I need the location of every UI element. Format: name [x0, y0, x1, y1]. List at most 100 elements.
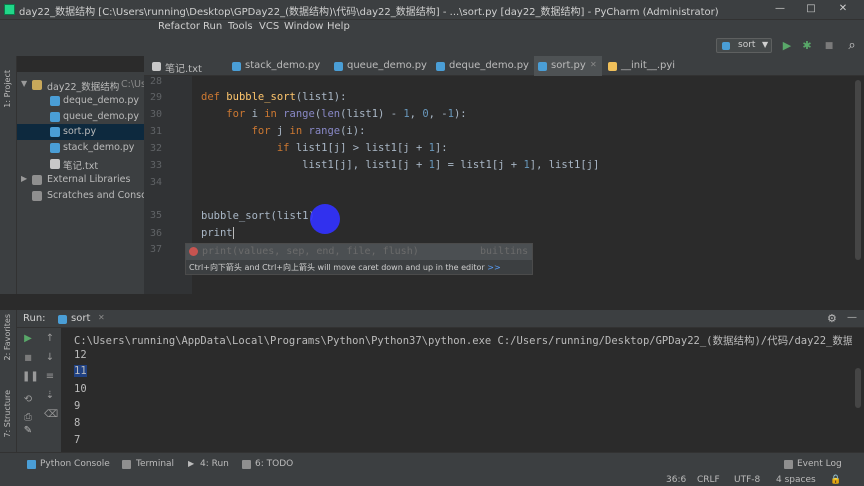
- keyword: for: [251, 125, 271, 137]
- console-scrollbar[interactable]: [852, 328, 864, 452]
- run-icon[interactable]: ▶: [780, 39, 794, 53]
- close-run-tab-icon[interactable]: ✕: [98, 313, 105, 322]
- pause-icon[interactable]: ❚❚: [22, 371, 39, 383]
- text-file-icon: [50, 159, 60, 169]
- panel-splitter[interactable]: [0, 294, 864, 310]
- event-log-tab[interactable]: Event Log: [797, 459, 842, 469]
- menu-tools[interactable]: Tools: [228, 21, 253, 32]
- clear-all-icon[interactable]: ⌫: [44, 409, 58, 421]
- search-icon[interactable]: ⌕: [845, 39, 859, 53]
- tree-root-path: C:\Us: [121, 79, 146, 90]
- menu-refactor[interactable]: Refactor: [158, 21, 200, 32]
- tree-file-label: stack_demo.py: [63, 142, 135, 153]
- todo-tab[interactable]: 6: TODO: [255, 459, 293, 469]
- run-toolbar-right: ↑ ↓ ≡ ⇣ ⌫: [39, 328, 61, 452]
- tab-label: __init__.pyi: [621, 60, 676, 71]
- menu-run[interactable]: Run: [203, 21, 222, 32]
- chevron-down-icon: ▼: [21, 79, 28, 88]
- code-text: ,: [409, 108, 423, 120]
- python-file-icon: [50, 112, 60, 122]
- tab-queue-demo[interactable]: queue_demo.py: [330, 56, 432, 76]
- menu-vcs[interactable]: VCS: [259, 21, 279, 32]
- autocomplete-signature: print(values, sep, end, file, flush): [202, 246, 419, 257]
- caret-position[interactable]: 36:6: [666, 475, 686, 485]
- minimize-button[interactable]: —: [772, 2, 788, 16]
- autocomplete-popup: print(values, sep, end, file, flush) bui…: [185, 243, 533, 275]
- tab-sort-py[interactable]: sort.py ✕: [534, 56, 602, 76]
- stop-icon[interactable]: ■: [22, 352, 34, 364]
- soft-wrap-icon[interactable]: ≡: [44, 371, 56, 383]
- maximize-button[interactable]: □: [803, 2, 819, 16]
- tree-root-folder[interactable]: ▼ day22_数据结构 C:\Us: [17, 77, 146, 93]
- gear-icon[interactable]: ⚙: [827, 312, 837, 325]
- run-console[interactable]: C:\Users\running\AppData\Local\Programs\…: [61, 328, 864, 452]
- builtin: len: [321, 108, 341, 120]
- keyword: in: [289, 125, 303, 137]
- menu-help[interactable]: Help: [327, 21, 350, 32]
- tree-scratches[interactable]: Scratches and Consoles: [17, 188, 160, 204]
- favorites-tool-tab[interactable]: 2: Favorites: [3, 314, 12, 360]
- file-encoding[interactable]: UTF-8: [734, 475, 760, 485]
- project-tool-tab[interactable]: 1: Project: [3, 70, 12, 108]
- close-tab-icon[interactable]: ✕: [590, 60, 597, 69]
- python-file-icon: [50, 143, 60, 153]
- lock-icon[interactable]: 🔒: [830, 475, 841, 485]
- line-number: 36: [149, 228, 162, 239]
- tree-file-stack[interactable]: stack_demo.py: [17, 140, 144, 156]
- arrow-up-icon[interactable]: ↑: [44, 333, 56, 345]
- code-text: (list1) -: [340, 108, 404, 120]
- pin-icon[interactable]: ✎: [22, 425, 34, 437]
- run-tool-tab[interactable]: 4: Run: [200, 459, 229, 469]
- line-number: 30: [149, 109, 162, 120]
- tree-file-notes[interactable]: 笔记.txt: [17, 156, 144, 172]
- python-file-icon: [50, 96, 60, 106]
- tab-notes-txt[interactable]: 笔记.txt: [148, 56, 228, 76]
- tree-root-label: day22_数据结构: [47, 82, 120, 93]
- tree-file-label: deque_demo.py: [63, 95, 139, 106]
- tree-file-sort[interactable]: sort.py: [17, 124, 144, 140]
- scrollbar-thumb[interactable]: [855, 368, 861, 408]
- rerun-icon[interactable]: ▶: [22, 333, 34, 345]
- scroll-to-end-icon[interactable]: ⇣: [44, 390, 56, 402]
- function-icon: [189, 247, 198, 256]
- close-button[interactable]: ✕: [835, 2, 851, 16]
- menu-bar: Refactor Run Tools VCS Window Help: [0, 20, 864, 36]
- restore-layout-icon[interactable]: ⟲: [22, 394, 34, 406]
- tab-deque-demo[interactable]: deque_demo.py: [432, 56, 534, 76]
- menu-window[interactable]: Window: [284, 21, 323, 32]
- run-toolbar-left: ▶ ■ ❚❚ ⟲ ⎙ ✎: [17, 328, 39, 452]
- tab-label: deque_demo.py: [449, 60, 529, 71]
- python-file-icon: [58, 315, 67, 324]
- print-icon[interactable]: ⎙: [22, 412, 34, 424]
- run-configuration-select[interactable]: sort ▼: [716, 38, 772, 53]
- autocomplete-item[interactable]: print(values, sep, end, file, flush) bui…: [186, 244, 532, 260]
- hide-panel-icon[interactable]: —: [847, 312, 857, 323]
- structure-tool-tab[interactable]: 7: Structure: [3, 390, 12, 438]
- tree-external-libraries[interactable]: ▶ External Libraries: [17, 172, 144, 188]
- code-text: (i):: [340, 125, 366, 137]
- tab-stack-demo[interactable]: stack_demo.py: [228, 56, 330, 76]
- line-number: 28: [149, 76, 162, 87]
- arrow-down-icon[interactable]: ↓: [44, 352, 56, 364]
- title-bar: day22_数据结构 [C:\Users\running\Desktop\GPD…: [0, 0, 864, 20]
- tree-file-queue[interactable]: queue_demo.py: [17, 109, 144, 125]
- line-number: 29: [149, 92, 162, 103]
- stop-icon[interactable]: ■: [822, 39, 836, 53]
- library-icon: [32, 175, 42, 185]
- code-line-31: if list1[j] > list1[j + 1]:: [201, 142, 448, 154]
- folder-icon: [32, 80, 42, 90]
- tab-init-pyi[interactable]: __init__.pyi: [604, 56, 684, 76]
- hint-more-link[interactable]: >>: [487, 263, 500, 272]
- line-separator[interactable]: CRLF: [697, 475, 720, 485]
- pycharm-logo-icon: [4, 4, 15, 15]
- tab-label: queue_demo.py: [347, 60, 427, 71]
- editor-scrollbar[interactable]: [852, 76, 864, 294]
- tab-label: sort.py: [551, 60, 586, 71]
- terminal-tab[interactable]: Terminal: [136, 459, 174, 469]
- scrollbar-thumb[interactable]: [855, 80, 861, 260]
- debug-icon[interactable]: ✱: [800, 39, 814, 53]
- indent-setting[interactable]: 4 spaces: [776, 475, 816, 485]
- python-console-tab[interactable]: Python Console: [40, 459, 110, 469]
- hint-text: Ctrl+向下箭头 and Ctrl+向上箭头 will move caret …: [189, 263, 485, 272]
- tree-file-deque[interactable]: deque_demo.py: [17, 93, 144, 109]
